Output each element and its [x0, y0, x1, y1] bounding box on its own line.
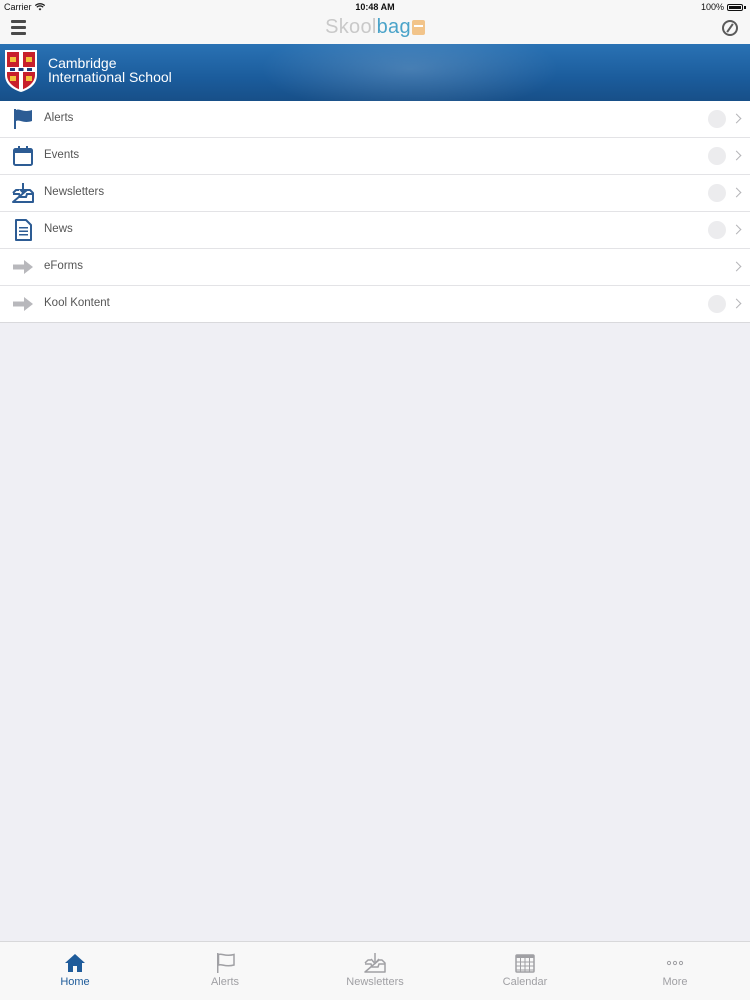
tab-label: Calendar	[502, 976, 548, 988]
unread-badge	[708, 184, 726, 202]
school-name-line2: International School	[48, 69, 172, 85]
calendar-icon	[515, 954, 535, 973]
bag-icon	[411, 20, 425, 35]
menu-item-news[interactable]: News	[0, 212, 750, 249]
tab-label: Alerts	[210, 976, 240, 988]
menu-item-label: News	[44, 223, 73, 235]
unread-badge	[708, 147, 726, 165]
unread-badge	[708, 110, 726, 128]
battery-tip	[744, 5, 746, 9]
chevron-right-icon	[731, 150, 742, 161]
tab-home[interactable]: Home	[0, 942, 150, 1000]
menu-item-label: Newsletters	[44, 186, 105, 198]
menu-item-newsletters[interactable]: Newsletters	[0, 175, 750, 212]
battery-percent: 100%	[700, 2, 724, 12]
tab-alerts[interactable]: Alerts	[150, 942, 300, 1000]
home-icon	[65, 954, 85, 972]
menu-item-eforms[interactable]: eForms	[0, 249, 750, 286]
menu-item-label: Alerts	[44, 112, 74, 124]
more-icon	[666, 960, 684, 966]
inbox-download-icon	[364, 953, 386, 973]
menu-item-label: Events	[44, 149, 80, 161]
chevron-right-icon	[731, 298, 742, 309]
tab-label: Home	[60, 976, 90, 988]
tab-calendar[interactable]: Calendar	[450, 942, 600, 1000]
tab-label: More	[662, 976, 688, 988]
status-bar: Carrier 10:48 AM 100%	[0, 0, 750, 14]
calendar-icon	[13, 146, 33, 166]
menu-list: Alerts Events Newsletters News eForms Ko…	[0, 101, 750, 323]
tab-newsletters[interactable]: Newsletters	[300, 942, 450, 1000]
battery-icon	[727, 3, 743, 11]
chevron-right-icon	[731, 224, 742, 235]
unread-badge	[708, 295, 726, 313]
tab-bar: Home Alerts Newsletters Calendar More	[0, 941, 750, 1000]
chevron-right-icon	[731, 113, 742, 124]
menu-item-label: eForms	[44, 260, 83, 272]
tab-label: Newsletters	[346, 976, 404, 988]
app-screen: Carrier 10:48 AM 100% Skoolbag Cambridge…	[0, 0, 750, 1000]
document-icon	[15, 219, 32, 241]
logo-text-skool: Skool	[325, 16, 377, 38]
inbox-download-icon	[12, 183, 34, 203]
menu-item-kool-kontent[interactable]: Kool Kontent	[0, 286, 750, 323]
menu-item-alerts[interactable]: Alerts	[0, 101, 750, 138]
logo-text-bag: bag	[376, 16, 411, 38]
status-battery: 100%	[701, 2, 746, 12]
arrow-right-icon	[13, 260, 33, 274]
status-time: 10:48 AM	[355, 2, 395, 12]
school-banner: Cambridge International School	[0, 44, 750, 101]
chevron-right-icon	[731, 187, 742, 198]
chevron-right-icon	[731, 261, 742, 272]
school-crest-icon	[5, 50, 37, 92]
sync-icon[interactable]	[722, 20, 738, 36]
arrow-right-icon	[13, 297, 33, 311]
nav-bar: Skoolbag	[0, 14, 750, 44]
unread-badge	[708, 221, 726, 239]
tab-more[interactable]: More	[600, 942, 750, 1000]
school-name-line1: Cambridge	[48, 55, 117, 71]
flag-icon	[14, 109, 32, 129]
school-name: Cambridge International School	[48, 56, 172, 84]
menu-item-events[interactable]: Events	[0, 138, 750, 175]
menu-item-label: Kool Kontent	[44, 297, 110, 309]
flag-icon	[217, 953, 235, 973]
app-logo: Skoolbag	[0, 16, 750, 39]
